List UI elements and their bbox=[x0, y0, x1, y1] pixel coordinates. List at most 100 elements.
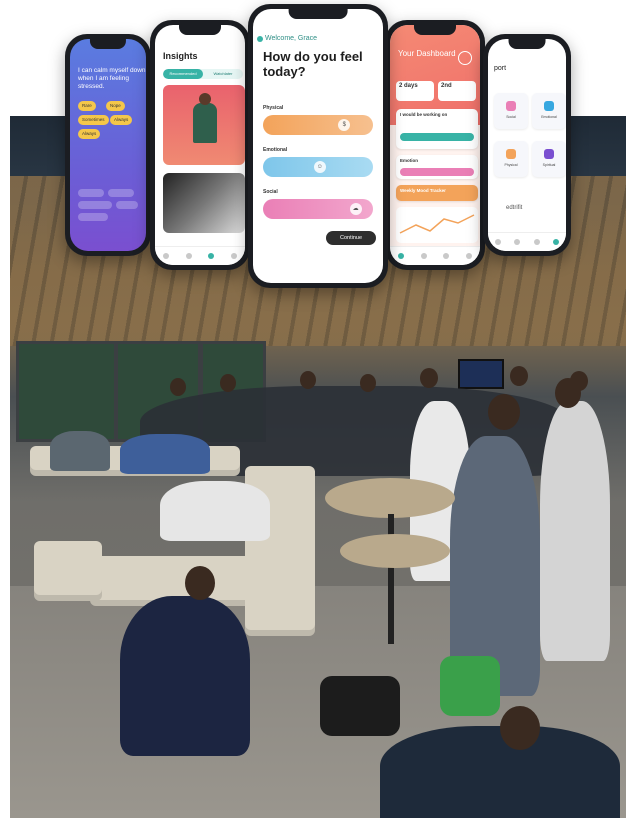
search-icon[interactable] bbox=[185, 253, 192, 259]
head bbox=[555, 378, 581, 408]
insights-icon[interactable] bbox=[208, 253, 215, 259]
phone-screen: port Social Emotional Physical Spiritual… bbox=[488, 39, 566, 251]
high-table-shelf bbox=[340, 534, 450, 568]
phone-screen: Your Dashboard 2 days 2nd I would be wor… bbox=[390, 25, 480, 265]
insights-toggle[interactable]: Recommended Watchlater bbox=[163, 69, 243, 79]
profile-icon[interactable] bbox=[458, 51, 472, 65]
video-card[interactable] bbox=[163, 173, 245, 233]
toggle-watchlater[interactable]: Watchlater bbox=[203, 69, 243, 79]
emotional-icon bbox=[544, 101, 554, 111]
cushion bbox=[34, 541, 102, 601]
answer-pill[interactable] bbox=[108, 189, 134, 197]
phone-mockup-dashboard: Your Dashboard 2 days 2nd I would be wor… bbox=[385, 20, 485, 270]
stat-box: 2 days bbox=[396, 81, 434, 101]
head bbox=[488, 394, 520, 430]
tile-caption: Physical bbox=[504, 163, 518, 167]
tab-bar bbox=[488, 232, 566, 251]
social-slider[interactable]: ☁ bbox=[263, 199, 373, 219]
answer-chip[interactable]: Rare bbox=[78, 101, 96, 111]
home-icon[interactable] bbox=[398, 253, 405, 259]
avatar bbox=[257, 36, 263, 42]
window-left bbox=[16, 341, 117, 442]
profile-icon[interactable] bbox=[230, 253, 237, 259]
card-label: Emotion bbox=[400, 158, 418, 163]
stat-box: 2nd bbox=[438, 81, 476, 101]
answer-pill[interactable] bbox=[78, 201, 112, 209]
report-tile-physical[interactable]: Physical bbox=[494, 141, 528, 177]
progress-bar bbox=[400, 168, 474, 176]
answer-chip[interactable]: Always bbox=[110, 115, 133, 125]
social-icon bbox=[506, 101, 516, 111]
mood-card[interactable]: Weekly Mood Tracker bbox=[396, 185, 478, 201]
insights-icon[interactable] bbox=[533, 239, 540, 245]
phone-screen: I can calm myself down when I am feeling… bbox=[70, 39, 146, 251]
continue-button[interactable]: Continue bbox=[326, 231, 376, 245]
phone-screen: Welcome, Grace How do you feel today? Ph… bbox=[253, 9, 383, 283]
head bbox=[185, 566, 215, 600]
working-on-card[interactable]: I would be working on bbox=[396, 109, 478, 149]
person-foreground bbox=[380, 726, 620, 818]
card-label: Weekly Mood Tracker bbox=[400, 188, 446, 193]
physical-icon bbox=[506, 149, 516, 159]
head bbox=[220, 374, 236, 392]
slider-thumb[interactable]: ☺ bbox=[313, 161, 326, 173]
phone-mockup-checkin: Welcome, Grace How do you feel today? Ph… bbox=[248, 4, 388, 288]
person-sitting-floor bbox=[120, 596, 250, 756]
toggle-recommended[interactable]: Recommended bbox=[163, 69, 203, 79]
person-seated bbox=[160, 481, 270, 541]
slider-thumb[interactable]: $ bbox=[338, 119, 351, 131]
screen-title: Insights bbox=[163, 51, 198, 61]
search-icon[interactable] bbox=[514, 239, 521, 245]
phone-notch bbox=[414, 25, 456, 35]
person-seated bbox=[50, 431, 110, 471]
answer-pill[interactable] bbox=[78, 213, 108, 221]
checkin-question: How do you feel today? bbox=[263, 49, 363, 79]
report-tile-spiritual[interactable]: Spiritual bbox=[532, 141, 566, 177]
report-icon[interactable] bbox=[553, 239, 560, 245]
answer-pill[interactable] bbox=[116, 201, 138, 209]
answer-chip[interactable]: Nope bbox=[106, 101, 125, 111]
emotion-card[interactable]: Emotion bbox=[396, 155, 478, 179]
physical-slider[interactable]: $ bbox=[263, 115, 373, 135]
video-card[interactable] bbox=[163, 85, 245, 165]
bag bbox=[320, 676, 400, 736]
head bbox=[420, 368, 438, 388]
tile-caption: Emotional bbox=[541, 115, 557, 119]
question-text: I can calm myself down when I am feeling… bbox=[78, 67, 146, 90]
slider-label-social: Social bbox=[263, 189, 278, 195]
tile-caption: Social bbox=[506, 115, 516, 119]
phone-notch bbox=[508, 39, 546, 49]
slider-label-emotional: Emotional bbox=[263, 147, 288, 153]
answer-chip[interactable]: Sometimes bbox=[78, 115, 109, 125]
emotional-slider[interactable]: ☺ bbox=[263, 157, 373, 177]
search-icon[interactable] bbox=[420, 253, 427, 259]
head bbox=[500, 706, 540, 750]
head bbox=[170, 378, 186, 396]
answer-chip[interactable]: Always bbox=[78, 129, 101, 139]
tile-caption: Spiritual bbox=[542, 163, 556, 167]
brand-logo: edtrifit bbox=[506, 205, 523, 211]
insights-icon[interactable] bbox=[443, 253, 450, 259]
report-tile-social[interactable]: Social bbox=[494, 93, 528, 129]
slider-thumb[interactable]: ☁ bbox=[349, 203, 362, 215]
person-standing bbox=[540, 401, 610, 661]
home-icon[interactable] bbox=[163, 253, 170, 259]
tv-screen bbox=[458, 359, 504, 389]
stat-value: 2 days bbox=[399, 83, 418, 89]
spiritual-icon bbox=[544, 149, 554, 159]
tab-bar bbox=[155, 246, 245, 265]
phone-mockup-stress: I can calm myself down when I am feeling… bbox=[65, 34, 151, 256]
slider-label-physical: Physical bbox=[263, 105, 284, 111]
tab-bar bbox=[390, 246, 480, 265]
phone-notch bbox=[89, 39, 127, 49]
person-seated bbox=[120, 434, 210, 474]
report-tile-emotional[interactable]: Emotional bbox=[532, 93, 566, 129]
high-table-top bbox=[325, 478, 455, 518]
profile-icon[interactable] bbox=[465, 253, 472, 259]
progress-bar bbox=[400, 133, 474, 141]
head bbox=[510, 366, 528, 386]
mood-chart bbox=[396, 207, 478, 243]
answer-pill[interactable] bbox=[78, 189, 104, 197]
bag bbox=[440, 656, 500, 716]
home-icon[interactable] bbox=[494, 239, 501, 245]
